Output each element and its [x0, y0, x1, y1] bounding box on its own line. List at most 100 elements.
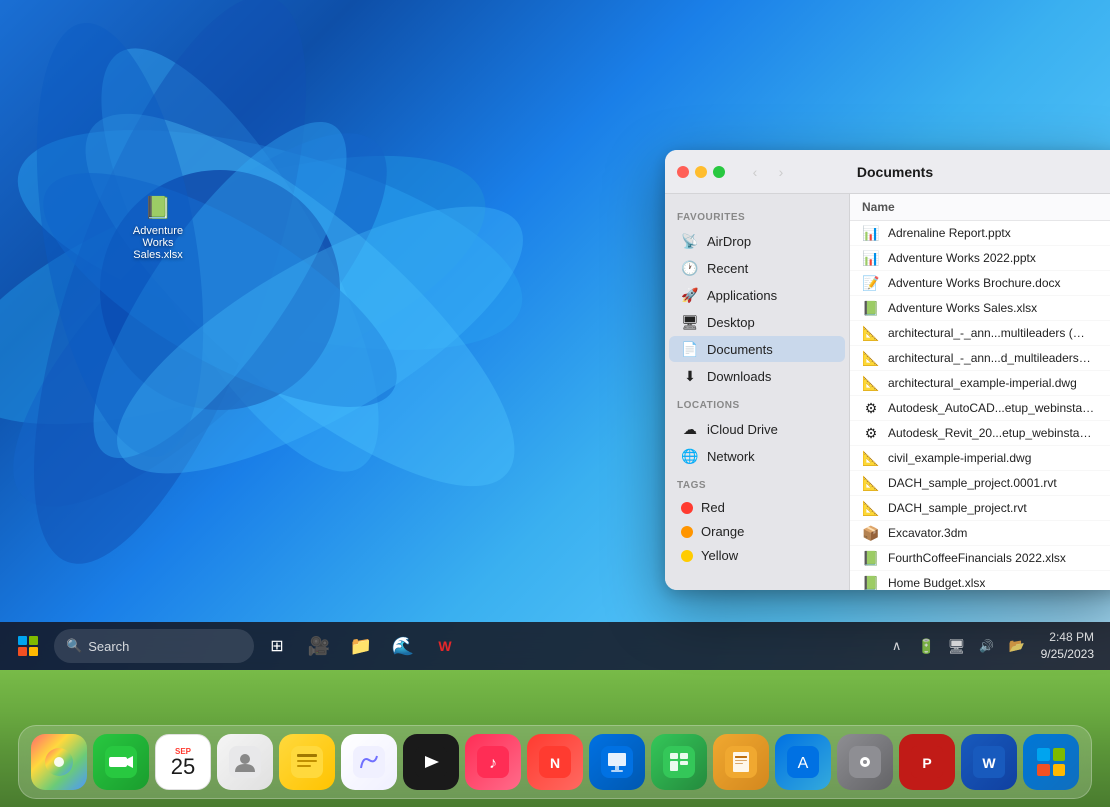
dock-music[interactable]: ♪	[465, 734, 521, 790]
taskbar-search[interactable]: 🔍 Search	[54, 629, 254, 663]
yellow-tag-dot	[681, 550, 693, 562]
taskbar-file-explorer[interactable]: 📁	[343, 628, 379, 664]
clock[interactable]: 2:48 PM 9/25/2023	[1037, 629, 1098, 663]
dock-appstore[interactable]: A	[775, 734, 831, 790]
taskbar-task-view[interactable]: ⊞	[259, 628, 295, 664]
file-row[interactable]: 📊 Adrenaline Report.pptx	[850, 221, 1110, 246]
sys-tray-display[interactable]: 🖥	[943, 632, 971, 660]
clock-date: 9/25/2023	[1041, 646, 1094, 663]
file-row[interactable]: 📐DACH_sample_project.rvt	[850, 496, 1110, 521]
file-row[interactable]: 📝Adventure Works Brochure.docx	[850, 271, 1110, 296]
dock-mspublisher[interactable]: P	[899, 734, 955, 790]
file-name: Autodesk_AutoCAD...etup_webinsta…	[888, 401, 1094, 415]
forward-button[interactable]: ›	[769, 160, 793, 184]
sidebar-item-airdrop[interactable]: 📡 AirDrop	[669, 228, 845, 254]
taskbar-wps[interactable]: W	[427, 628, 463, 664]
file-type-icon: ⚙	[862, 424, 880, 442]
sidebar-item-documents[interactable]: 📄 Documents	[669, 336, 845, 362]
recent-icon: 🕐	[681, 259, 699, 277]
minimize-button[interactable]	[695, 166, 707, 178]
file-row[interactable]: ⚙Autodesk_Revit_20...etup_webinsta…	[850, 421, 1110, 446]
maximize-button[interactable]	[713, 166, 725, 178]
orange-tag-label: Orange	[701, 524, 744, 539]
icloud-label: iCloud Drive	[707, 422, 778, 437]
taskbar-edge[interactable]: 🌊	[385, 628, 421, 664]
dock-photos[interactable]	[31, 734, 87, 790]
dock-system-settings[interactable]	[837, 734, 893, 790]
taskbar-zoom[interactable]: 🎥	[301, 628, 337, 664]
sidebar-item-desktop[interactable]: 🖥 Desktop	[669, 309, 845, 335]
dock-msword[interactable]: W	[961, 734, 1017, 790]
desktop-file-xlsx[interactable]: 📗 Adventure Works Sales.xlsx	[118, 195, 198, 261]
documents-icon: 📄	[681, 340, 699, 358]
file-name: architectural_-_ann...d_multileaders…	[888, 351, 1091, 365]
dock-appletv[interactable]	[403, 734, 459, 790]
file-row[interactable]: ⚙Autodesk_AutoCAD...etup_webinsta…	[850, 396, 1110, 421]
file-row[interactable]: 📦Excavator.3dm	[850, 521, 1110, 546]
dock-numbers[interactable]	[651, 734, 707, 790]
file-row[interactable]: 📐civil_example-imperial.dwg	[850, 446, 1110, 471]
file-row[interactable]: 📗Adventure Works Sales.xlsx	[850, 296, 1110, 321]
yellow-tag-label: Yellow	[701, 548, 738, 563]
dock: SEP 25	[0, 670, 1110, 807]
file-type-icon: 📐	[862, 349, 880, 367]
file-row[interactable]: 📐 architectural_-_ann...multileaders (…	[850, 321, 1110, 346]
dock-news[interactable]: N	[527, 734, 583, 790]
sidebar-item-downloads[interactable]: ⬇ Downloads	[669, 363, 845, 389]
dock-bar: SEP 25	[18, 725, 1092, 799]
taskbar: 🔍 Search ⊞ 🎥 📁 🌊 W ∧ 🔋 🖥 🔊 📂 2:48 PM 9/2…	[0, 622, 1110, 670]
dock-pages[interactable]	[713, 734, 769, 790]
sidebar-item-icloud[interactable]: ☁ iCloud Drive	[669, 416, 845, 442]
sys-tray-volume[interactable]: 🔊	[973, 632, 1001, 660]
sidebar-item-network[interactable]: 🌐 Network	[669, 443, 845, 469]
dock-calendar[interactable]: SEP 25	[155, 734, 211, 790]
file-type-icon: 📊	[862, 224, 880, 242]
dock-windows-logo[interactable]	[1023, 734, 1079, 790]
sys-tray-battery[interactable]: 🔋	[913, 632, 941, 660]
col-name: Name	[862, 200, 895, 214]
svg-text:N: N	[550, 755, 560, 771]
taskbar-right: ∧ 🔋 🖥 🔊 📂 2:48 PM 9/25/2023	[883, 629, 1098, 663]
search-placeholder: Search	[88, 639, 129, 654]
nav-arrows: ‹ ›	[743, 160, 793, 184]
file-row[interactable]: 📊Adventure Works 2022.pptx	[850, 246, 1110, 271]
finder-titlebar: ‹ › Documents	[665, 150, 1110, 194]
calendar-display: SEP 25	[171, 747, 195, 778]
sidebar-item-tag-red[interactable]: Red	[669, 496, 845, 519]
file-row[interactable]: 📐architectural_example-imperial.dwg	[850, 371, 1110, 396]
file-name: Adrenaline Report.pptx	[888, 226, 1011, 240]
sidebar-item-tag-yellow[interactable]: Yellow	[669, 544, 845, 567]
dock-keynote[interactable]	[589, 734, 645, 790]
sidebar-item-recent[interactable]: 🕐 Recent	[669, 255, 845, 281]
finder-window: ‹ › Documents Favourites 📡 AirDrop 🕐 Rec…	[665, 150, 1110, 590]
windows-start-button[interactable]	[12, 630, 44, 662]
dock-facetime[interactable]	[93, 734, 149, 790]
file-name: architectural_-_ann...multileaders (…	[888, 326, 1085, 340]
documents-label: Documents	[707, 342, 773, 357]
red-tag-label: Red	[701, 500, 725, 515]
file-type-icon: 📐	[862, 374, 880, 392]
back-button[interactable]: ‹	[743, 160, 767, 184]
orange-tag-dot	[681, 526, 693, 538]
file-type-icon: 📐	[862, 324, 880, 342]
cal-day: 25	[171, 756, 195, 778]
icloud-icon: ☁	[681, 420, 699, 438]
file-row[interactable]: 📗Home Budget.xlsx	[850, 571, 1110, 590]
applications-icon: 🚀	[681, 286, 699, 304]
sidebar-item-tag-orange[interactable]: Orange	[669, 520, 845, 543]
sys-tray-folder[interactable]: 📂	[1003, 632, 1031, 660]
svg-text:♪: ♪	[489, 755, 497, 772]
dock-contacts[interactable]	[217, 734, 273, 790]
sys-tray-chevron[interactable]: ∧	[883, 632, 911, 660]
file-row[interactable]: 📗FourthCoffeeFinancials 2022.xlsx	[850, 546, 1110, 571]
windows-logo	[18, 636, 38, 656]
dock-notes[interactable]	[279, 734, 335, 790]
dock-freeform[interactable]	[341, 734, 397, 790]
close-button[interactable]	[677, 166, 689, 178]
file-type-icon: 📗	[862, 574, 880, 590]
file-name: DACH_sample_project.0001.rvt	[888, 476, 1057, 490]
file-row[interactable]: 📐 architectural_-_ann...d_multileaders…	[850, 346, 1110, 371]
sidebar-item-applications[interactable]: 🚀 Applications	[669, 282, 845, 308]
file-row[interactable]: 📐DACH_sample_project.0001.rvt	[850, 471, 1110, 496]
airdrop-label: AirDrop	[707, 234, 751, 249]
